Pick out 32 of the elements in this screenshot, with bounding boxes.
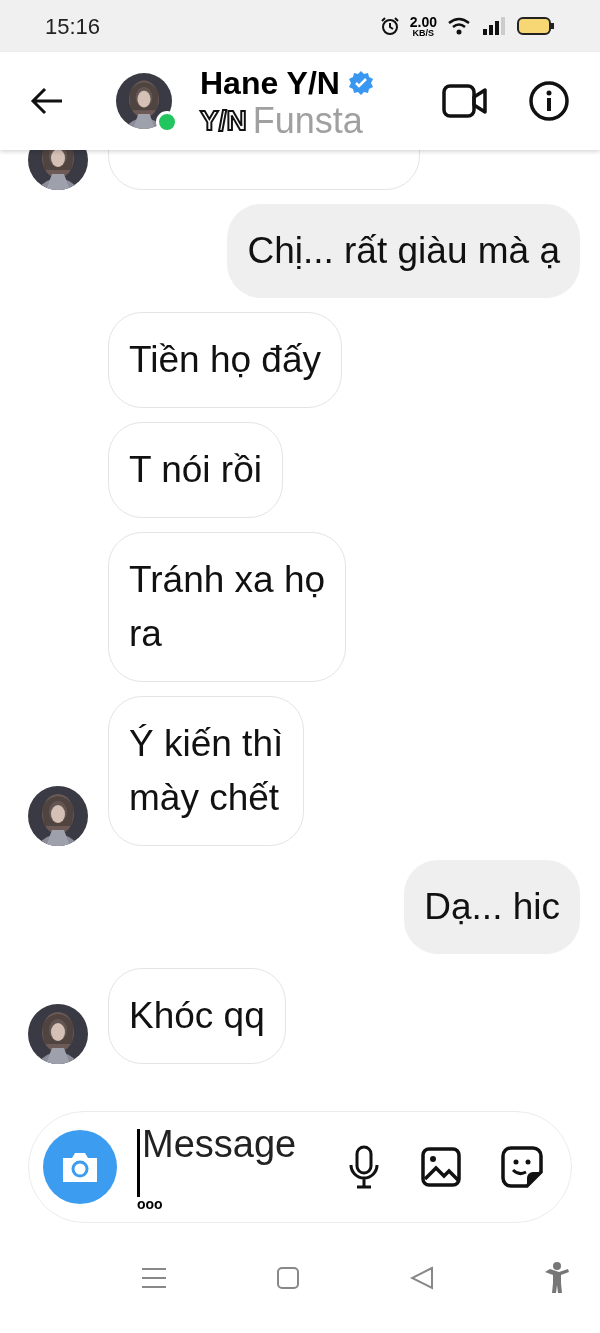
gallery-icon[interactable] [421,1147,461,1187]
message-text: ra [129,612,163,656]
home-icon[interactable] [276,1266,300,1290]
message-text: Chị... rất giàu mà ạ [247,229,560,273]
message-text: mày chết [129,776,281,820]
sticker-icon[interactable] [501,1146,543,1188]
menu-icon[interactable] [142,1267,166,1289]
overlay-text: Funsta [252,103,363,139]
video-call-icon[interactable] [442,83,488,119]
status-time: 15:16 [45,12,101,41]
contact-name: Hane Y/N [200,64,340,103]
back-icon[interactable] [30,86,64,116]
battery-icon [517,16,555,36]
message-text: Khóc qq [129,994,265,1038]
camera-button[interactable] [43,1130,117,1204]
microphone-icon[interactable] [347,1145,381,1189]
alarm-icon [379,16,400,36]
info-icon[interactable] [528,80,570,122]
message-text: Tiền họ đấy [129,338,321,382]
message-text: Tránh xa họ [129,558,326,602]
back-nav-icon[interactable] [410,1266,434,1290]
signal-icon [483,17,507,35]
network-speed: 2.00 [409,14,437,29]
message-text: Dạ... hic [424,885,560,929]
camera-icon [60,1150,100,1184]
accessibility-icon[interactable] [544,1262,570,1294]
subtitle: Y/N [200,107,247,135]
message-field[interactable]: Message [142,1123,322,1166]
network-speed-unit: KB/S [412,28,435,38]
message-text: T nói rồi [129,448,262,492]
typing-dots: ooo [137,1197,164,1211]
message-text: Ý kiến thì [129,722,284,766]
